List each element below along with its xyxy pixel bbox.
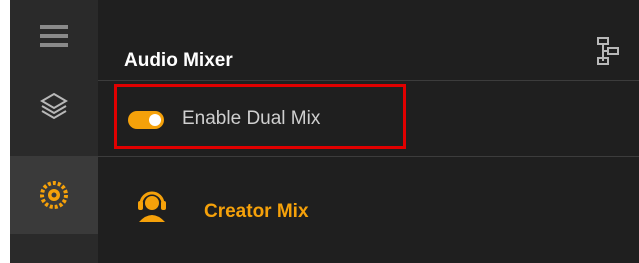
creator-mix-row[interactable]: Creator Mix (98, 170, 639, 240)
panel-header: Audio Mixer (98, 0, 639, 81)
main-content: Audio Mixer Enable Dual Mix Creator Mix (98, 0, 639, 263)
sidebar-item-audio-mixer[interactable] (10, 156, 98, 234)
sidebar-item-layers[interactable] (10, 80, 98, 132)
sidebar-rail (10, 0, 98, 263)
creator-mix-label: Creator Mix (204, 201, 309, 222)
dual-mix-label: Enable Dual Mix (182, 108, 321, 129)
audio-mixer-icon (40, 181, 68, 209)
dual-mix-toggle[interactable] (128, 111, 164, 129)
toggle-knob (149, 114, 161, 126)
page-title: Audio Mixer (124, 50, 233, 71)
headset-user-icon (138, 191, 166, 222)
hamburger-menu-icon (40, 25, 68, 47)
dual-mix-row: Enable Dual Mix (98, 80, 639, 157)
routing-diagram-icon[interactable] (597, 36, 619, 66)
layers-icon (40, 92, 68, 120)
audio-mixer-panel: Audio Mixer Enable Dual Mix Creator Mix (10, 0, 639, 263)
sidebar-item-menu[interactable] (10, 10, 98, 62)
